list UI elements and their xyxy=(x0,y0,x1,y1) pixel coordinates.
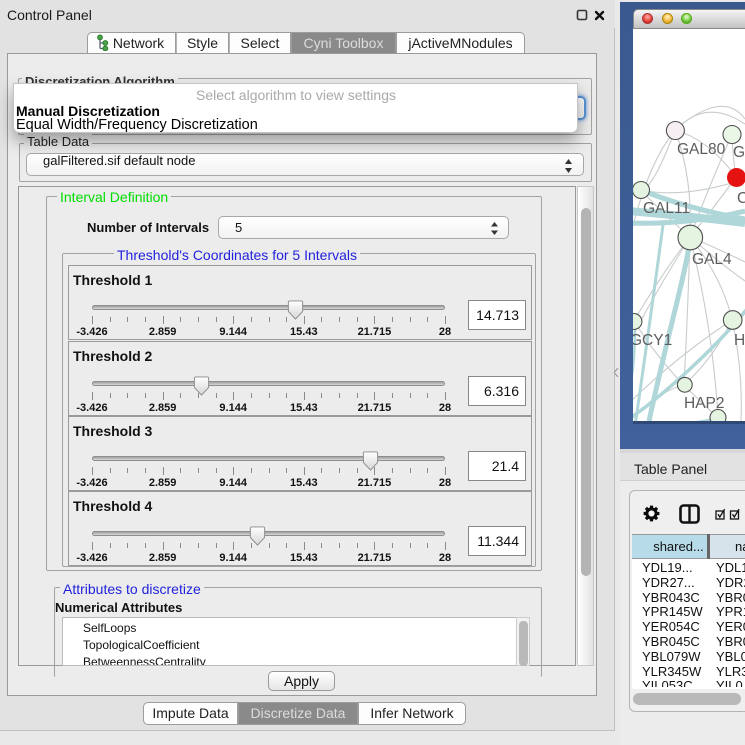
svg-text:C: C xyxy=(737,190,745,207)
svg-text:HAP2: HAP2 xyxy=(684,395,725,412)
svg-text:GAL4: GAL4 xyxy=(692,251,732,268)
svg-text:GCY1: GCY1 xyxy=(633,332,672,349)
svg-text:GA: GA xyxy=(733,144,745,161)
svg-text:GAL11: GAL11 xyxy=(643,200,690,217)
svg-text:GAL80: GAL80 xyxy=(677,141,726,158)
svg-text:H: H xyxy=(734,332,745,349)
